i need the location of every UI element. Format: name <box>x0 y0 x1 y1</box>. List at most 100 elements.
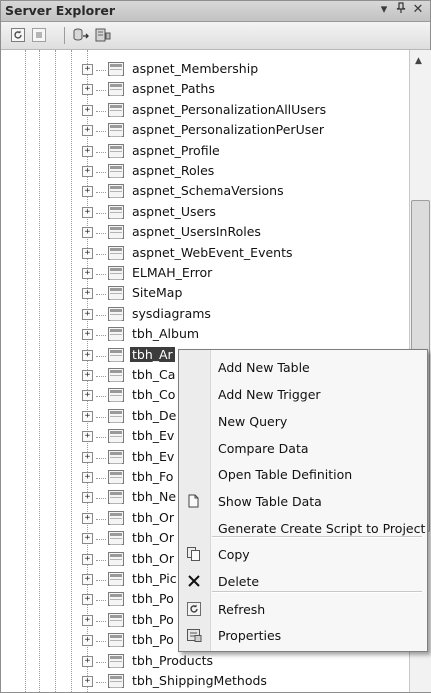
tree-item-label: tbh_Ne <box>132 489 177 505</box>
menu-item-open-table-definition[interactable]: Open Table Definition <box>179 461 427 488</box>
table-icon <box>108 184 124 199</box>
tree-connector <box>96 580 106 581</box>
expand-icon[interactable]: + <box>82 553 93 565</box>
expand-icon[interactable]: + <box>82 227 93 239</box>
expand-icon[interactable]: + <box>82 206 93 218</box>
tree-item-label: tbh_Or <box>132 530 174 546</box>
expand-icon[interactable]: + <box>82 676 93 687</box>
expand-icon[interactable]: + <box>82 574 93 585</box>
table-icon <box>108 164 124 178</box>
tree-connector <box>96 498 106 500</box>
expand-icon[interactable]: + <box>82 288 93 300</box>
menu-item-label: Compare Data <box>218 441 309 456</box>
menu-item-new-query[interactable]: New Query <box>179 408 427 435</box>
tree-item-table[interactable]: + aspnet_Users <box>1 202 409 223</box>
table-icon <box>108 388 124 403</box>
tree-connector <box>96 335 106 337</box>
tree-item-table[interactable]: + sysdiagrams <box>1 304 409 325</box>
table-icon <box>108 408 124 423</box>
menu-item-refresh[interactable]: Refresh <box>179 596 427 623</box>
tree-item-label: ELMAH_Error <box>132 265 213 280</box>
tree-connector <box>96 151 106 153</box>
tree-connector <box>96 233 106 235</box>
tree-item-table[interactable]: + aspnet_PersonalizationPerUser <box>1 120 409 141</box>
expand-icon[interactable]: + <box>82 145 93 157</box>
tree-item-table[interactable]: + ELMAH_Error <box>1 263 409 284</box>
connect-to-database-icon[interactable] <box>72 27 89 43</box>
tree-item-label: tbh_Ca <box>132 367 176 382</box>
tree-connector <box>96 110 106 112</box>
tree-item-table[interactable]: + aspnet_SchemaVersions <box>1 181 409 202</box>
tree-item-table[interactable]: + aspnet_WebEvent_Events <box>1 243 409 264</box>
tree-item-table[interactable]: + tbh_Products <box>1 651 409 672</box>
delete-icon <box>186 573 202 589</box>
menu-item-add-new-trigger[interactable]: Add New Trigger <box>179 381 427 408</box>
expand-icon[interactable]: + <box>82 533 93 545</box>
dropdown-icon[interactable]: ▾ <box>377 2 391 18</box>
pin-icon[interactable] <box>394 2 408 18</box>
table-icon <box>108 653 124 668</box>
expand-icon[interactable]: + <box>82 635 93 647</box>
expand-icon[interactable]: + <box>82 451 93 463</box>
connect-to-server-icon[interactable] <box>94 27 111 43</box>
tree-item-label: aspnet_Users <box>132 203 216 219</box>
stop-refresh-icon[interactable] <box>31 27 47 43</box>
expand-icon[interactable]: + <box>82 104 93 116</box>
tree-item-table[interactable]: + aspnet_Profile <box>1 141 409 162</box>
tree-connector <box>96 396 106 398</box>
expand-icon[interactable]: + <box>82 329 93 341</box>
tree-item-label: aspnet_WebEvent_Events <box>132 244 293 260</box>
tree-connector <box>96 478 106 479</box>
refresh-icon[interactable] <box>10 27 26 43</box>
expand-icon[interactable]: + <box>82 64 93 75</box>
menu-item-add-new-table[interactable]: Add New Table <box>179 354 427 381</box>
expand-icon[interactable]: + <box>82 247 93 259</box>
expand-icon[interactable]: + <box>82 390 93 402</box>
tree-item-label: tbh_Co <box>132 387 176 403</box>
tree-item-label: aspnet_PersonalizationAllUsers <box>132 101 327 117</box>
expand-icon[interactable]: + <box>82 84 93 96</box>
tree-item-table[interactable]: + tbh_Album <box>1 324 409 345</box>
context-menu: Add New Table Add New Trigger New Query Com… <box>178 349 428 652</box>
expand-icon[interactable]: + <box>82 308 93 320</box>
expand-icon[interactable]: + <box>82 655 93 667</box>
tree-item-table[interactable]: + aspnet_Roles <box>1 161 409 182</box>
expand-icon[interactable]: + <box>82 166 93 177</box>
expand-icon[interactable]: + <box>82 186 93 198</box>
menu-item-compare-data[interactable]: Compare Data <box>179 435 427 462</box>
table-icon <box>108 449 124 464</box>
menu-item-show-table-data[interactable]: Show Table Data <box>179 488 427 515</box>
tree-item-label: aspnet_Membership <box>132 61 259 76</box>
tree-item-label: tbh_Ev <box>132 448 175 464</box>
expand-icon[interactable]: + <box>82 125 93 137</box>
expand-icon[interactable]: + <box>82 594 93 606</box>
tree-item-table[interactable]: + aspnet_Paths <box>1 79 409 100</box>
show-table-data-icon <box>186 493 202 509</box>
tree-item-table[interactable]: + aspnet_UsersInRoles <box>1 222 409 243</box>
table-icon <box>108 266 124 280</box>
expand-icon[interactable]: + <box>82 410 93 422</box>
expand-icon[interactable]: + <box>82 268 93 279</box>
scroll-up-icon[interactable]: ▲ <box>415 56 422 66</box>
menu-item-copy[interactable]: Copy <box>179 541 427 568</box>
tree-connector <box>96 314 106 316</box>
tree-item-table[interactable]: + aspnet_PersonalizationAllUsers <box>1 100 409 121</box>
expand-icon[interactable]: + <box>82 431 93 443</box>
expand-icon[interactable]: + <box>82 370 93 381</box>
table-icon <box>108 674 124 688</box>
tree-item-table[interactable]: + SiteMap <box>1 283 409 304</box>
close-icon[interactable]: ✕ <box>411 2 425 18</box>
menu-item-label: Generate Create Script to Project <box>218 521 426 536</box>
tree-connector <box>96 518 106 520</box>
table-icon <box>108 531 124 546</box>
expand-icon[interactable]: + <box>82 512 93 524</box>
tree-item-table[interactable]: + tbh_ShippingMethods <box>1 671 409 692</box>
expand-icon[interactable]: + <box>82 492 93 504</box>
tree-item-table[interactable]: + aspnet_Membership <box>1 59 409 80</box>
menu-item-label: Properties <box>218 628 282 643</box>
menu-item-properties[interactable]: Properties <box>179 622 427 649</box>
expand-icon[interactable]: + <box>82 349 93 361</box>
expand-icon[interactable]: + <box>82 472 93 483</box>
table-icon <box>108 143 124 158</box>
expand-icon[interactable]: + <box>82 614 93 626</box>
